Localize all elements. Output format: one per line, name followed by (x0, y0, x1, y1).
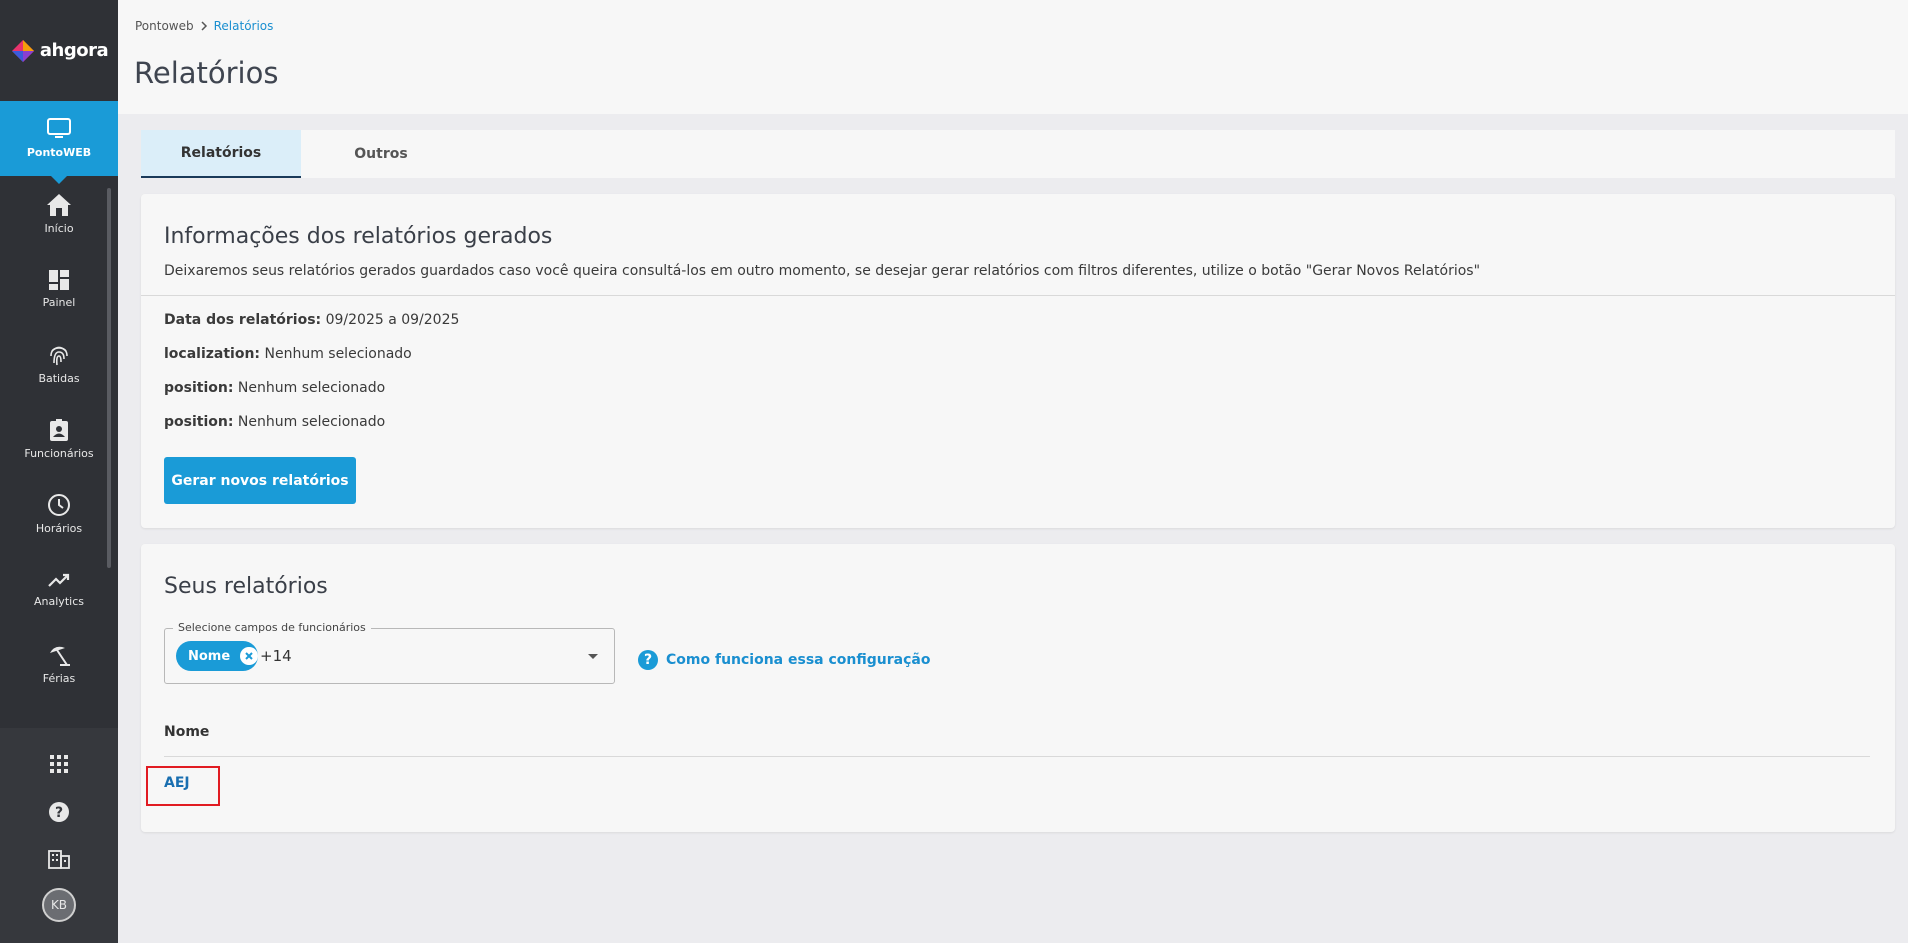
badge-icon (50, 418, 68, 441)
sidebar-item-painel[interactable]: Painel (0, 251, 118, 326)
help-icon[interactable]: ? (48, 801, 70, 823)
dropdown-arrow-icon[interactable] (588, 654, 598, 659)
close-icon (245, 652, 253, 660)
info-field: position: Nenhum selecionado (164, 414, 385, 430)
chevron-right-icon (201, 21, 207, 31)
info-field-value: Nenhum selecionado (237, 414, 386, 430)
dashboard-icon (49, 269, 69, 290)
tabs: Relatórios Outros (141, 130, 1895, 178)
beach-umbrella-icon (50, 646, 70, 666)
sidebar-bottom: ? KB (0, 728, 118, 943)
info-card: Informações dos relatórios gerados Deixa… (141, 194, 1895, 528)
info-field-label: position: (164, 380, 234, 396)
reports-card: Seus relatórios Selecione campos de func… (141, 544, 1895, 832)
help-link-label: Como funciona essa configuração (666, 652, 931, 668)
sidebar-item-label: Analytics (34, 594, 84, 608)
sidebar-item-label: Férias (42, 671, 76, 685)
home-icon (47, 193, 71, 216)
company-building-icon[interactable] (48, 849, 70, 869)
column-header-nome: Nome (164, 724, 210, 740)
info-field-label: position: (164, 414, 234, 430)
clock-icon (48, 493, 70, 516)
sidebar-item-funcionarios[interactable]: Funcionários (0, 401, 118, 476)
logo-text: ahgora (39, 40, 109, 61)
sidebar-item-label: Funcionários (24, 446, 94, 460)
module-label: PontoWEB (26, 146, 92, 159)
chip-nome[interactable]: Nome (176, 641, 258, 671)
module-pontoweb[interactable]: PontoWEB (0, 101, 118, 184)
highlight-box (146, 766, 220, 806)
help-config-link[interactable]: ? Como funciona essa configuração (638, 650, 930, 670)
select-legend: Selecione campos de funcionários (173, 621, 371, 634)
divider (164, 756, 1870, 757)
breadcrumb: Pontoweb Relatórios (135, 19, 273, 33)
sidebar-nav: Início Painel Batidas Funcionários Horár… (0, 176, 118, 701)
breadcrumb-current[interactable]: Relatórios (214, 19, 274, 33)
sidebar: ahgora PontoWEB Início Painel Batidas Fu… (0, 0, 118, 943)
ahgora-logo-icon (11, 39, 34, 62)
sidebar-item-inicio[interactable]: Início (0, 176, 118, 251)
monitor-icon (47, 118, 71, 138)
info-field-value: Nenhum selecionado (264, 346, 412, 362)
sidebar-item-ferias[interactable]: Férias (0, 626, 118, 701)
sidebar-item-label: Horários (35, 521, 83, 535)
info-field-value: Nenhum selecionado (237, 380, 386, 396)
sidebar-item-horarios[interactable]: Horários (0, 476, 118, 551)
info-field-value: 09/2025 a 09/2025 (325, 312, 460, 328)
info-field: position: Nenhum selecionado (164, 380, 385, 396)
sidebar-scrollbar[interactable] (107, 188, 111, 568)
info-card-description: Deixaremos seus relatórios gerados guard… (164, 263, 1481, 279)
page-header: Pontoweb Relatórios Relatórios (118, 0, 1908, 114)
more-count: +14 (260, 647, 292, 665)
chip-label: Nome (188, 648, 231, 664)
info-field: Data dos relatórios: 09/2025 a 09/2025 (164, 312, 459, 328)
sidebar-item-analytics[interactable]: Analytics (0, 551, 118, 626)
apps-grid-icon[interactable] (50, 755, 68, 773)
reports-card-title: Seus relatórios (164, 574, 328, 599)
info-field-label: localization: (164, 346, 261, 362)
tab-relatorios[interactable]: Relatórios (141, 130, 301, 178)
sidebar-item-label: Batidas (38, 371, 80, 385)
tab-outros[interactable]: Outros (301, 130, 461, 178)
fingerprint-icon (50, 346, 68, 365)
info-field: localization: Nenhum selecionado (164, 346, 412, 362)
generate-reports-button[interactable]: Gerar novos relatórios (164, 457, 356, 504)
sidebar-item-label: Painel (42, 295, 76, 309)
ahgora-logo[interactable]: ahgora (0, 0, 118, 101)
svg-text:?: ? (55, 805, 63, 821)
page-title: Relatórios (134, 56, 279, 90)
trending-up-icon (48, 573, 70, 587)
sidebar-item-batidas[interactable]: Batidas (0, 326, 118, 401)
info-field-label: Data dos relatórios: (164, 312, 322, 328)
divider (141, 295, 1895, 296)
employee-fields-select[interactable]: Selecione campos de funcionários Nome +1… (164, 621, 615, 684)
chip-remove-button[interactable] (240, 647, 258, 665)
help-circle-icon: ? (638, 650, 658, 670)
avatar[interactable]: KB (42, 888, 76, 922)
breadcrumb-root[interactable]: Pontoweb (135, 19, 194, 33)
sidebar-item-label: Início (44, 221, 74, 235)
info-card-title: Informações dos relatórios gerados (164, 224, 553, 249)
